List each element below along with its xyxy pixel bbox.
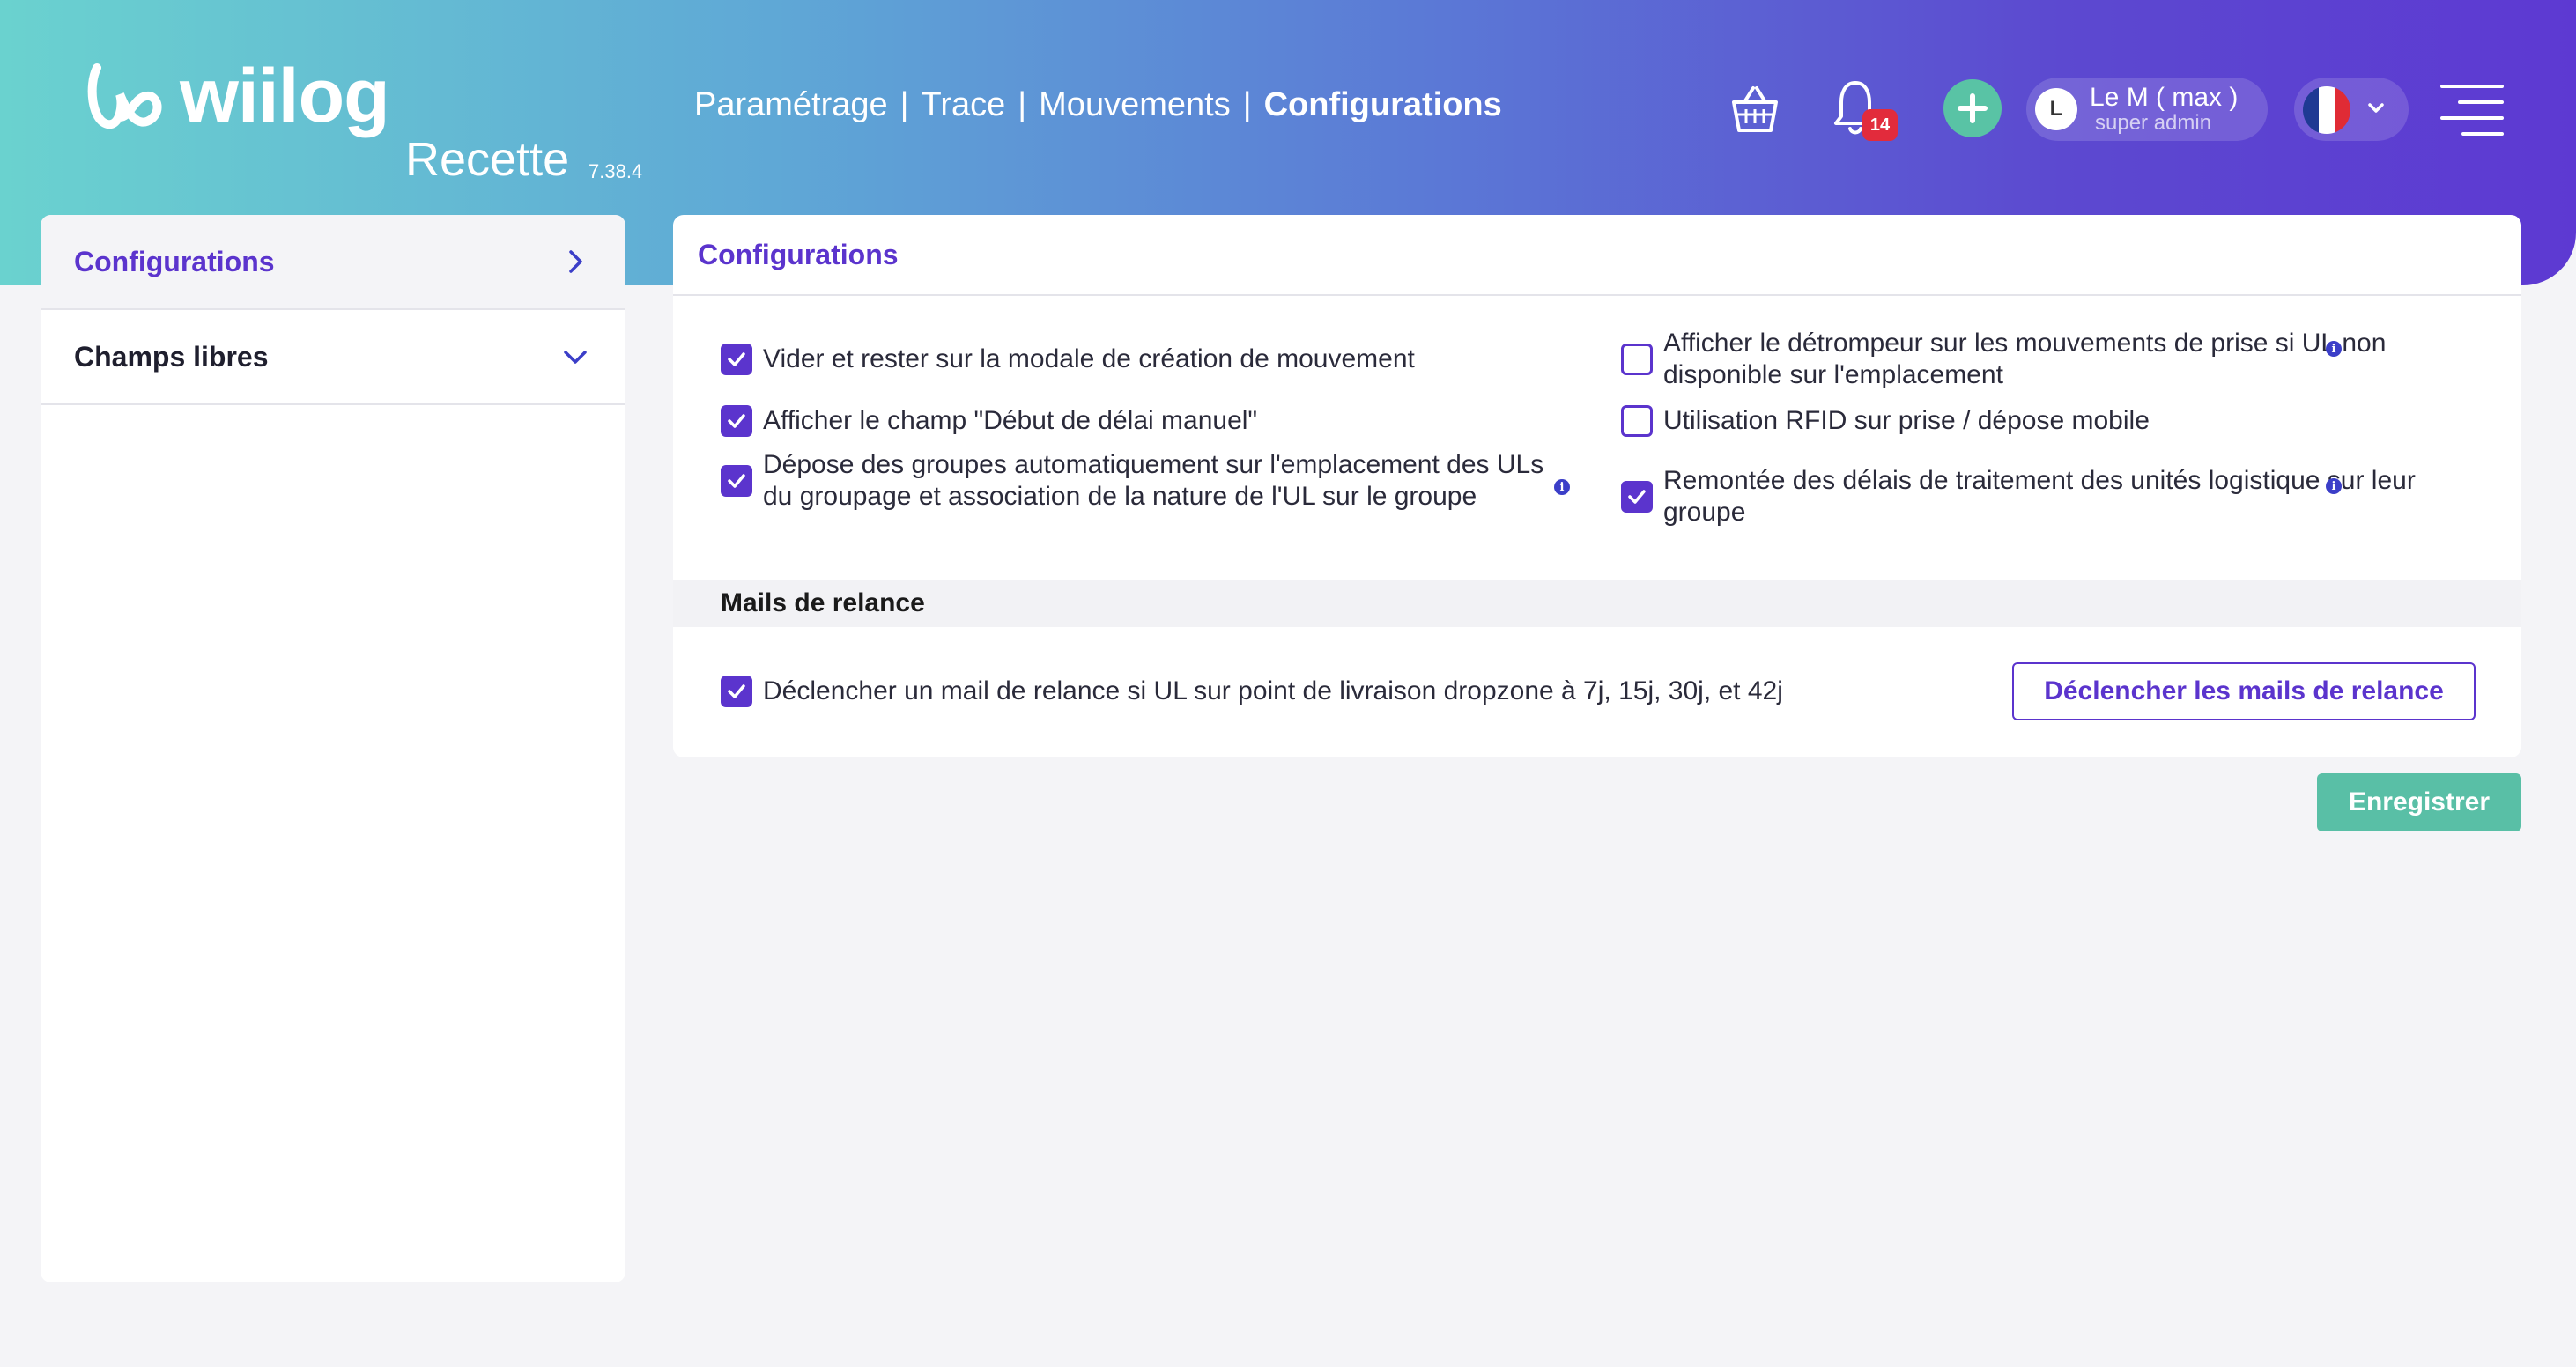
checkbox[interactable] xyxy=(1621,344,1653,375)
option-label: Afficher le champ "Début de délai manuel… xyxy=(763,406,1258,435)
sidebar-item-label: Configurations xyxy=(74,245,275,277)
check-icon xyxy=(728,684,745,698)
breadcrumb-separator: | xyxy=(1242,86,1252,123)
trigger-relance-button[interactable]: Déclencher les mails de relance xyxy=(2012,662,2476,720)
option-label: Remontée des délais de traitement des un… xyxy=(1663,466,2416,527)
option-label: Utilisation RFID sur prise / dépose mobi… xyxy=(1663,406,2150,435)
section-title: Mails de relance xyxy=(721,588,925,617)
france-flag-icon xyxy=(2303,86,2350,134)
breadcrumb-separator: | xyxy=(899,86,909,123)
user-role: super admin xyxy=(2095,111,2212,135)
notification-badge: 14 xyxy=(1862,109,1898,141)
breadcrumb-item-configurations: Configurations xyxy=(1263,86,1502,123)
checkbox[interactable] xyxy=(721,465,752,497)
add-button[interactable] xyxy=(1943,79,2002,137)
breadcrumb-separator: | xyxy=(1018,86,1027,123)
basket-icon[interactable] xyxy=(1727,81,1783,137)
chevron-down-icon xyxy=(564,351,587,364)
option-vider-modale: Vider et rester sur la modale de créatio… xyxy=(721,344,1602,375)
chevron-right-icon xyxy=(569,250,582,273)
breadcrumb-item-parametrage[interactable]: Paramétrage xyxy=(694,86,888,123)
checkbox[interactable] xyxy=(721,405,752,437)
user-menu[interactable]: L Le M ( max ) super admin xyxy=(2026,78,2268,141)
option-depose-groupes: Dépose des groupes automatiquement sur l… xyxy=(721,449,1602,513)
info-icon[interactable]: i xyxy=(1554,479,1570,495)
checkbox[interactable] xyxy=(721,676,752,707)
chevron-down-icon xyxy=(2368,103,2384,113)
option-detrompeur: Afficher le détrompeur sur les mouvement… xyxy=(1621,328,2502,391)
save-button[interactable]: Enregistrer xyxy=(2317,773,2521,831)
user-name: Le M ( max ) xyxy=(2090,83,2239,112)
menu-icon[interactable] xyxy=(2439,81,2506,137)
checkbox[interactable] xyxy=(721,344,752,375)
check-icon xyxy=(728,414,745,428)
logo-text: wiilog xyxy=(180,54,390,138)
checkbox[interactable] xyxy=(1621,405,1653,437)
check-icon xyxy=(728,474,745,488)
breadcrumb-item-mouvements[interactable]: Mouvements xyxy=(1039,86,1231,123)
configurations-panel: Configurations Vider et rester sur la mo… xyxy=(673,215,2521,757)
option-rfid: Utilisation RFID sur prise / dépose mobi… xyxy=(1621,405,2502,437)
avatar: L xyxy=(2035,88,2077,130)
info-icon[interactable]: i xyxy=(2326,478,2342,494)
breadcrumb: Paramétrage | Trace | Mouvements | Configurati… xyxy=(694,88,1502,122)
option-label: Déclencher un mail de relance si UL sur … xyxy=(763,676,1783,706)
option-label: Afficher le détrompeur sur les mouvement… xyxy=(1663,329,2387,389)
check-icon xyxy=(728,352,745,366)
option-label: Vider et rester sur la modale de créatio… xyxy=(763,344,1415,373)
option-debut-delai: Afficher le champ "Début de délai manuel… xyxy=(721,405,1602,437)
version-label: 7.38.4 xyxy=(588,160,643,182)
option-remontee-delais: Remontée des délais de traitement des un… xyxy=(1621,465,2502,528)
sidebar-item-configurations[interactable]: Configurations xyxy=(41,215,625,310)
sidebar: Configurations Champs libres xyxy=(41,215,625,1282)
wiilog-logo-icon xyxy=(87,63,162,129)
panel-title: Configurations xyxy=(673,215,2521,296)
sidebar-item-champs-libres[interactable]: Champs libres xyxy=(41,310,625,405)
option-mail-relance: Déclencher un mail de relance si UL sur … xyxy=(721,676,1954,707)
section-header: Mails de relance xyxy=(673,580,2521,627)
plus-icon xyxy=(1958,93,1988,123)
language-selector[interactable] xyxy=(2294,78,2409,141)
environment-label: Recette xyxy=(405,133,570,186)
checkbox[interactable] xyxy=(1621,481,1653,513)
logo[interactable]: wiilog xyxy=(85,54,390,138)
info-icon[interactable]: i xyxy=(2326,341,2342,357)
sidebar-item-label: Champs libres xyxy=(74,340,269,373)
breadcrumb-item-trace[interactable]: Trace xyxy=(922,86,1006,123)
option-label: Dépose des groupes automatiquement sur l… xyxy=(763,450,1544,511)
check-icon xyxy=(1628,490,1646,504)
